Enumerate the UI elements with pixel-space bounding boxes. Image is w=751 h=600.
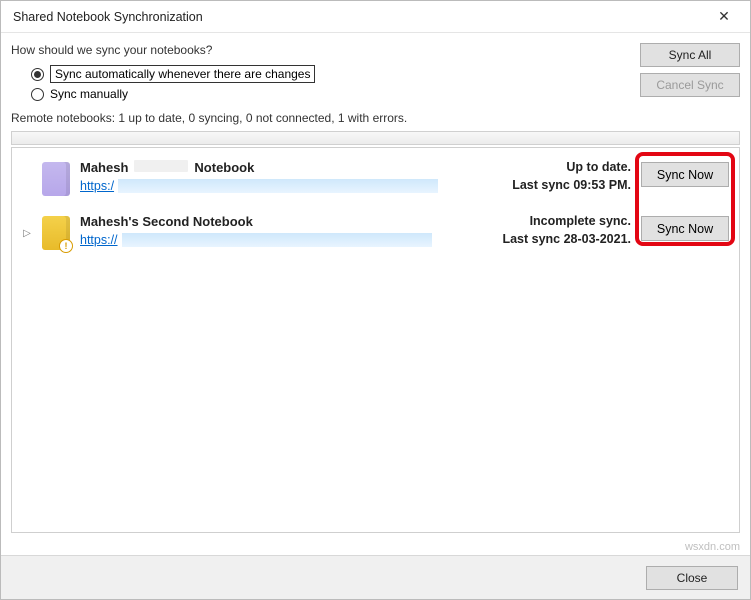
notebook-title: Mahesh Notebook — [80, 160, 451, 175]
notebook-title-text: Mahesh's Second Notebook — [80, 214, 253, 229]
top-buttons: Sync All Cancel Sync — [640, 43, 740, 105]
footer: Close — [1, 555, 750, 599]
expander-icon[interactable]: ▷ — [22, 214, 32, 239]
sync-now-button[interactable]: Sync Now — [641, 162, 729, 187]
notebook-info: Mahesh Notebook https:/ — [80, 160, 451, 193]
notebook-info: Mahesh's Second Notebook https:// — [80, 214, 451, 247]
notebook-row: ▷ Mahesh's Second Notebook https:// Inco… — [14, 208, 733, 262]
radio-manual-row[interactable]: Sync manually — [31, 87, 630, 101]
notebook-title-suffix: Notebook — [194, 160, 254, 175]
options-area: How should we sync your notebooks? Sync … — [1, 33, 750, 109]
status-summary: Remote notebooks: 1 up to date, 0 syncin… — [1, 109, 750, 131]
notebook-row: Mahesh Notebook https:/ Up to date. Last… — [14, 154, 733, 208]
close-dialog-label: Close — [677, 571, 708, 585]
status-line2: Last sync 09:53 PM. — [461, 178, 631, 192]
notebook-link[interactable]: https:/ — [80, 179, 114, 193]
watermark: wsxdn.com — [685, 541, 740, 553]
redacted-url — [118, 179, 438, 193]
cancel-sync-label: Cancel Sync — [656, 78, 723, 92]
notebook-icon — [42, 162, 70, 196]
sync-all-button[interactable]: Sync All — [640, 43, 740, 67]
close-dialog-button[interactable]: Close — [646, 566, 738, 590]
options-column: How should we sync your notebooks? Sync … — [11, 43, 630, 105]
window-title: Shared Notebook Synchronization — [9, 10, 203, 24]
expander-icon[interactable] — [22, 160, 32, 174]
radio-manual-label: Sync manually — [50, 87, 128, 101]
notebook-list: Mahesh Notebook https:/ Up to date. Last… — [11, 147, 740, 533]
radio-auto-label: Sync automatically whenever there are ch… — [50, 65, 315, 83]
titlebar: Shared Notebook Synchronization ✕ — [1, 1, 750, 33]
options-question: How should we sync your notebooks? — [11, 43, 630, 57]
notebook-title-prefix: Mahesh — [80, 160, 128, 175]
sync-now-label: Sync Now — [657, 222, 713, 236]
redacted-url — [122, 233, 432, 247]
status-line1: Incomplete sync. — [461, 214, 631, 228]
sync-now-button[interactable]: Sync Now — [641, 216, 729, 241]
close-icon: ✕ — [718, 8, 730, 25]
radio-manual[interactable] — [31, 88, 44, 101]
status-line1: Up to date. — [461, 160, 631, 174]
notebook-title: Mahesh's Second Notebook — [80, 214, 451, 229]
radio-auto-row[interactable]: Sync automatically whenever there are ch… — [31, 65, 630, 83]
close-button[interactable]: ✕ — [706, 3, 742, 31]
notebook-link-row: https:// — [80, 233, 451, 247]
notebook-status: Up to date. Last sync 09:53 PM. — [461, 160, 631, 192]
radio-auto[interactable] — [31, 68, 44, 81]
list-toolbar — [11, 131, 740, 145]
sync-now-label: Sync Now — [657, 168, 713, 182]
sync-all-label: Sync All — [669, 48, 712, 62]
notebook-status: Incomplete sync. Last sync 28-03-2021. — [461, 214, 631, 246]
notebook-link-row: https:/ — [80, 179, 451, 193]
redacted-text — [134, 160, 188, 172]
notebook-icon-warning — [42, 216, 70, 250]
status-line2: Last sync 28-03-2021. — [461, 232, 631, 246]
cancel-sync-button: Cancel Sync — [640, 73, 740, 97]
notebook-link[interactable]: https:// — [80, 233, 118, 247]
